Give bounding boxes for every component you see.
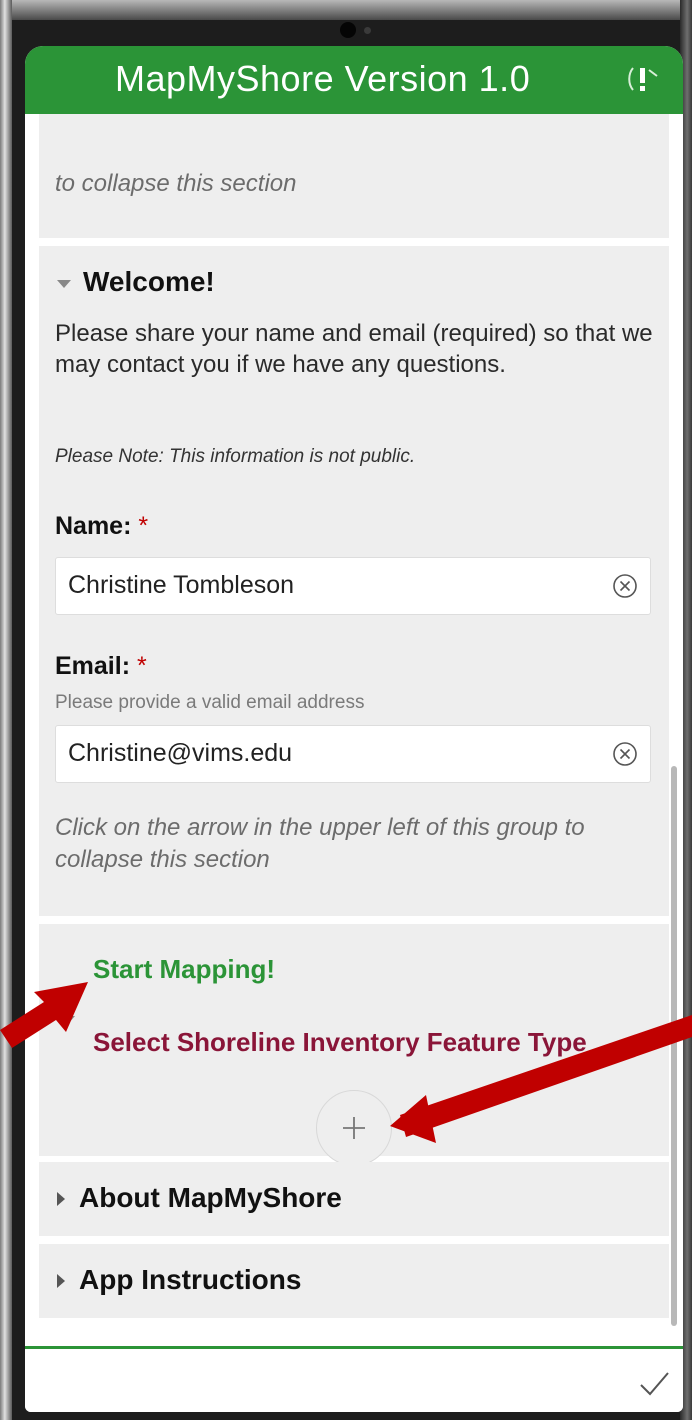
name-label: Name: * xyxy=(55,512,148,541)
name-field[interactable]: Christine Tombleson xyxy=(55,557,651,615)
name-required-mark: * xyxy=(138,512,149,540)
app-footer xyxy=(25,1349,683,1412)
device-frame: MapMyShore Version 1.0 to collapse this … xyxy=(0,0,692,1420)
plus-icon xyxy=(343,1117,365,1139)
start-mapping-label: Start Mapping! xyxy=(93,954,275,984)
email-field[interactable]: Christine@vims.edu xyxy=(55,725,651,783)
app-screen: MapMyShore Version 1.0 to collapse this … xyxy=(25,46,683,1412)
chevron-right-icon[interactable] xyxy=(57,1192,65,1206)
email-value: Christine@vims.edu xyxy=(68,739,293,767)
welcome-title[interactable]: Welcome! xyxy=(83,266,215,298)
annotation-arrow-right xyxy=(390,1015,692,1143)
chevron-right-icon[interactable] xyxy=(57,1274,65,1288)
name-value: Christine Tombleson xyxy=(68,571,295,599)
chevron-down-icon[interactable] xyxy=(57,280,71,288)
app-title: MapMyShore Version 1.0 xyxy=(115,58,531,99)
add-feature-button[interactable] xyxy=(316,1090,392,1166)
name-label-text: Name: xyxy=(55,512,132,540)
welcome-intro: Please share your name and email (requir… xyxy=(55,320,653,378)
front-camera xyxy=(340,22,356,38)
instructions-group[interactable]: App Instructions xyxy=(39,1244,669,1318)
email-hint: Please provide a valid email address xyxy=(55,692,365,713)
device-left-bezel xyxy=(0,0,12,1420)
form-content[interactable]: to collapse this section Welcome! Please… xyxy=(25,114,683,1346)
previous-collapse-note: to collapse this section xyxy=(55,170,297,197)
email-label: Email: * xyxy=(55,652,147,681)
clear-circle-icon[interactable] xyxy=(612,741,638,767)
proximity-sensor xyxy=(364,27,371,34)
previous-group-card: to collapse this section xyxy=(39,114,669,238)
instructions-title[interactable]: App Instructions xyxy=(79,1264,301,1296)
email-required-mark: * xyxy=(136,652,147,680)
sound-alert-icon[interactable] xyxy=(625,62,659,96)
welcome-collapse-note: Click on the arrow in the upper left of … xyxy=(55,814,585,873)
clear-circle-icon[interactable] xyxy=(612,573,638,599)
device-top-bezel xyxy=(0,0,692,20)
app-header: MapMyShore Version 1.0 xyxy=(25,46,683,114)
privacy-note: Please Note: This information is not pub… xyxy=(55,446,416,467)
annotation-arrow-left xyxy=(0,982,88,1048)
about-group[interactable]: About MapMyShore xyxy=(39,1162,669,1236)
email-label-text: Email: xyxy=(55,652,131,680)
welcome-group: Welcome! Please share your name and emai… xyxy=(39,246,669,916)
check-icon[interactable] xyxy=(637,1367,671,1401)
about-title[interactable]: About MapMyShore xyxy=(79,1182,342,1214)
